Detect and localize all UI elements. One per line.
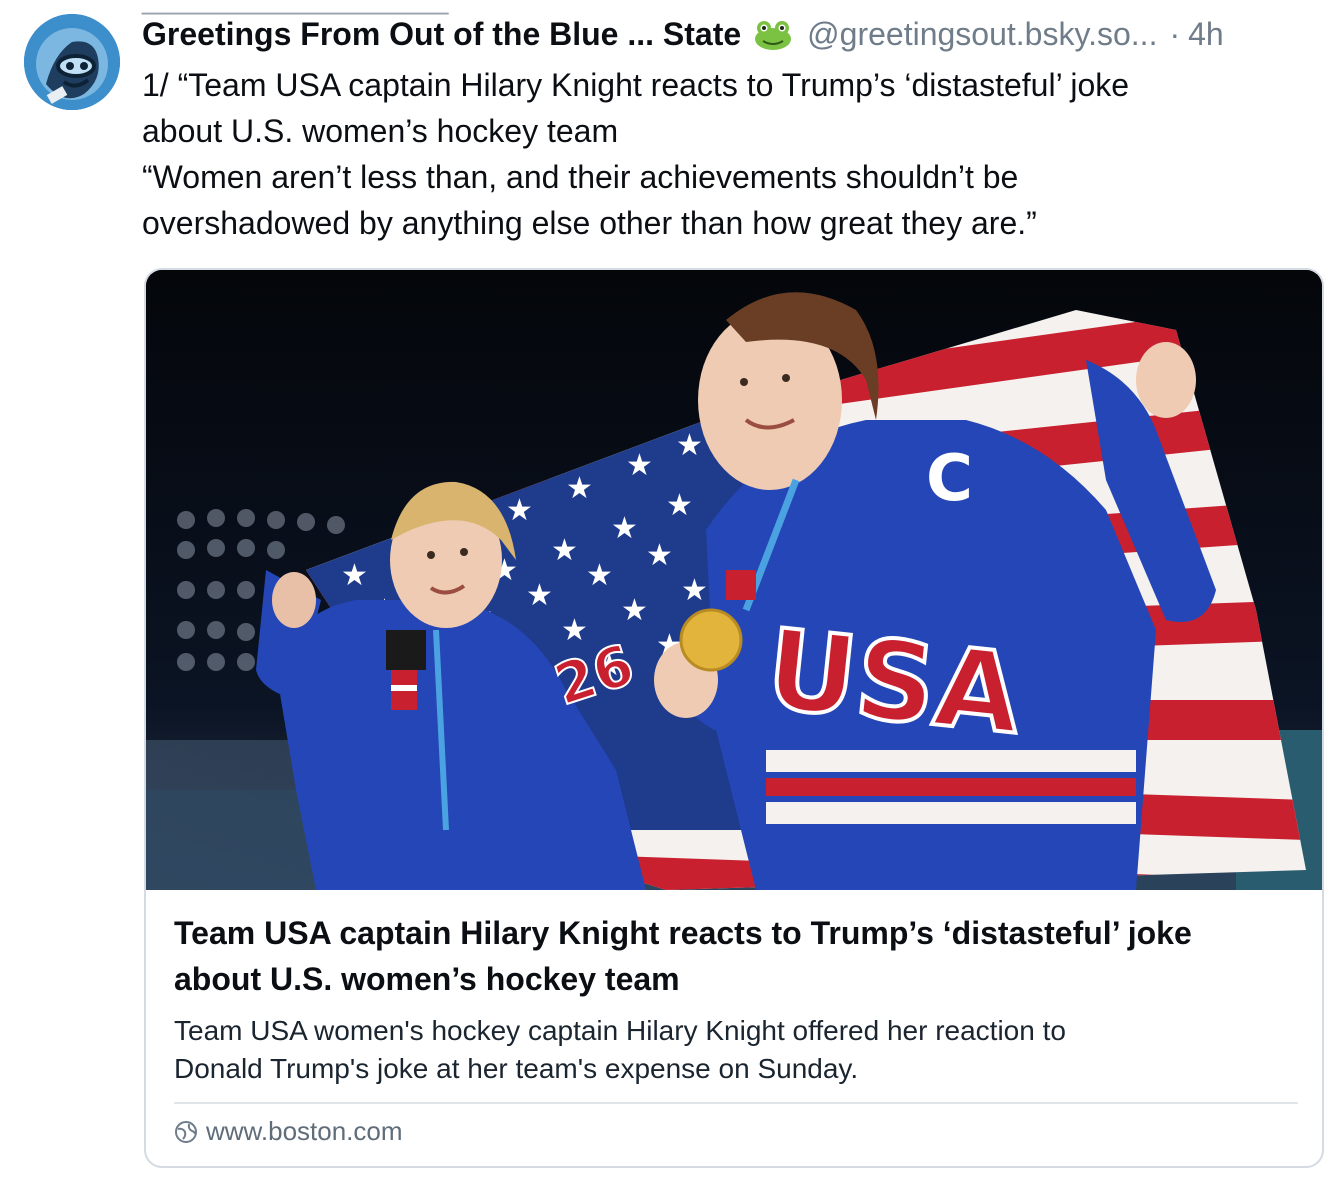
captain-letter: C [926, 442, 973, 516]
svg-text:★: ★ [341, 558, 368, 593]
svg-text:★: ★ [646, 538, 673, 573]
card-description-line: Donald Trump's joke at her team's expens… [174, 1053, 859, 1084]
svg-text:★: ★ [566, 471, 593, 506]
link-preview-card[interactable]: ★★★★★★★ ★★★★★★ ★★★★★★★ ★★★★★★ ★★★★★ 26 [144, 268, 1324, 1168]
card-title[interactable]: Team USA captain Hilary Knight reacts to… [174, 910, 1300, 1002]
svg-text:★: ★ [626, 448, 653, 483]
author-display-name[interactable]: Greetings From Out of the Blue ... State [142, 16, 741, 53]
card-divider [174, 1102, 1298, 1104]
post-text: 1/ “Team USA captain Hilary Knight react… [142, 62, 1302, 246]
svg-text:★: ★ [621, 593, 648, 628]
post-text-line: “Women aren’t less than, and their achie… [142, 159, 1019, 195]
card-domain[interactable]: www.boston.com [174, 1116, 403, 1147]
svg-text:★: ★ [666, 488, 693, 523]
globe-icon [175, 1120, 197, 1143]
avatar[interactable] [24, 14, 120, 110]
card-description-line: Team USA women's hockey captain Hilary K… [174, 1015, 1066, 1046]
author-handle[interactable]: @greetingsout.bsky.so... [807, 16, 1157, 53]
svg-text:★: ★ [526, 578, 553, 613]
jersey-letters: USA [761, 605, 1027, 759]
svg-text:★: ★ [561, 613, 588, 648]
post-text-line: about U.S. women’s hockey team [142, 113, 619, 149]
card-description: Team USA women's hockey captain Hilary K… [174, 1012, 1300, 1088]
post-header: Greetings From Out of the Blue ... State… [142, 12, 1332, 56]
card-title-line: Team USA captain Hilary Knight reacts to… [174, 915, 1192, 951]
svg-text:★: ★ [586, 558, 613, 593]
card-title-line: about U.S. women’s hockey team [174, 961, 680, 997]
frog-icon [753, 17, 793, 51]
post-text-line: 1/ “Team USA captain Hilary Knight react… [142, 67, 1130, 103]
post-text-line: overshadowed by anything else other than… [142, 205, 1037, 241]
avatar-image [24, 14, 120, 110]
svg-text:★: ★ [676, 428, 703, 463]
post-timestamp[interactable]: 4h [1188, 16, 1224, 53]
svg-text:★: ★ [551, 533, 578, 568]
svg-text:★: ★ [611, 511, 638, 546]
card-domain-text: www.boston.com [206, 1116, 403, 1146]
card-body: Team USA captain Hilary Knight reacts to… [174, 910, 1300, 1088]
svg-text:★: ★ [506, 493, 533, 528]
separator-dot: · [1169, 15, 1181, 52]
card-image[interactable]: ★★★★★★★ ★★★★★★ ★★★★★★★ ★★★★★★ ★★★★★ 26 [146, 270, 1324, 890]
svg-text:★: ★ [681, 573, 708, 608]
